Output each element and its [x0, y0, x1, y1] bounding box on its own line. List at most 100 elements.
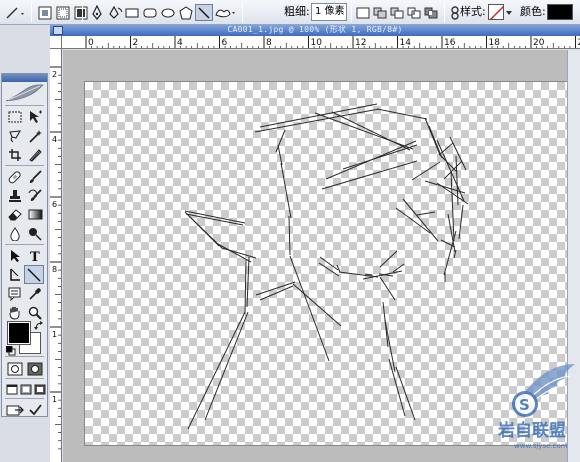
line-icon — [198, 7, 210, 18]
eraser-tool[interactable] — [5, 205, 25, 224]
style-dropdown[interactable] — [505, 4, 513, 21]
document-titlebar[interactable]: CA001_1.jpg @ 100% (形状 1, RGB/8#) — [50, 25, 580, 36]
default-colors-icon[interactable] — [6, 346, 16, 356]
screen-mode-full-icon — [34, 384, 46, 395]
path-selection-tool[interactable] — [5, 246, 25, 265]
checkmark-icon — [29, 403, 42, 415]
magic-wand-tool[interactable] — [25, 126, 45, 145]
fill-pixels-button[interactable] — [73, 4, 89, 21]
add-to-shape-button[interactable] — [372, 4, 388, 21]
ruler-origin[interactable] — [50, 36, 62, 49]
hand-tool[interactable] — [5, 303, 25, 322]
lasso-tool[interactable] — [5, 126, 25, 145]
notes-tool[interactable] — [5, 284, 25, 303]
rounded-rectangle-button[interactable] — [142, 4, 158, 21]
hand-icon — [9, 306, 20, 320]
eyedropper-tool[interactable] — [25, 284, 45, 303]
marquee-tool[interactable] — [5, 107, 25, 126]
clone-stamp-tool[interactable] — [5, 186, 25, 205]
pen-tool[interactable] — [5, 265, 25, 284]
sketch-stroke — [259, 103, 378, 128]
ruler-number: 6 — [222, 38, 228, 48]
ruler-number: 2 — [52, 70, 57, 79]
intersect-shape-icon — [407, 7, 421, 18]
marquee-icon — [8, 111, 22, 122]
shape-layers-button[interactable] — [37, 4, 53, 21]
full-screen-menu-mode-button[interactable] — [19, 380, 33, 399]
healing-brush-icon — [8, 170, 21, 183]
ruler-number: 4 — [52, 135, 57, 144]
ruler-number: 1 — [52, 395, 57, 404]
new-shape-layer-button[interactable] — [355, 4, 371, 21]
ruler-number: 6 — [52, 200, 57, 209]
ruler-number: 8 — [266, 38, 272, 48]
vertical-ruler[interactable]: 2 4 6 8 1 1 — [50, 49, 62, 462]
sketch-stroke — [204, 311, 249, 421]
paths-button[interactable] — [55, 4, 71, 21]
freeform-pen-button[interactable] — [107, 4, 123, 21]
type-tool[interactable]: T — [25, 246, 45, 265]
pen-tool-button[interactable] — [89, 4, 105, 21]
sketch-stroke — [342, 144, 418, 170]
gradient-icon — [28, 209, 42, 220]
ellipse-icon — [161, 8, 175, 17]
sketch-stroke — [458, 204, 464, 240]
foreground-color-swatch[interactable] — [7, 321, 31, 345]
shape-layers-icon — [38, 6, 52, 19]
brush-icon — [29, 169, 42, 183]
blur-tool[interactable] — [5, 224, 25, 243]
tool-preset-picker[interactable] — [4, 4, 26, 21]
exclude-shape-button[interactable] — [423, 4, 439, 21]
clone-stamp-icon — [9, 189, 21, 202]
gradient-tool[interactable] — [25, 205, 45, 224]
polygon-button[interactable] — [178, 4, 194, 21]
freeform-pen-icon — [108, 5, 122, 19]
ellipse-button[interactable] — [160, 4, 176, 21]
sketch-stroke — [392, 263, 405, 273]
standard-screen-mode-button[interactable] — [5, 380, 19, 399]
intersect-shape-button[interactable] — [406, 4, 422, 21]
sketch-stroke — [318, 262, 340, 277]
horizontal-ruler[interactable]: 0246810121416182022 — [62, 36, 580, 49]
weight-input[interactable]: 1 像素 — [311, 3, 347, 21]
full-screen-mode-button[interactable] — [33, 380, 47, 399]
move-tool[interactable] — [25, 107, 45, 126]
weight-label: 粗细: — [284, 5, 310, 18]
ruler-number: 20 — [533, 38, 545, 48]
color-swatch[interactable] — [547, 4, 573, 20]
custom-shape-button[interactable] — [214, 4, 236, 21]
path-selection-arrow-icon — [11, 249, 20, 262]
ruler-number: 16 — [444, 38, 456, 48]
toolbox-titlebar[interactable] — [2, 74, 47, 82]
ruler-number: 10 — [311, 38, 323, 48]
line-tool[interactable] — [24, 265, 44, 284]
zoom-tool[interactable] — [25, 303, 45, 322]
history-brush-tool[interactable] — [25, 186, 45, 205]
jump-to-imageready-button[interactable] — [5, 400, 25, 419]
adobe-feather-icon — [5, 84, 44, 102]
rectangle-button[interactable] — [124, 4, 140, 21]
quick-mask-button[interactable] — [25, 359, 45, 378]
swap-colors-icon[interactable] — [34, 321, 44, 331]
document-title: CA001_1.jpg @ 100% (形状 1, RGB/8#) — [227, 25, 403, 34]
quick-mask-icon — [27, 362, 43, 375]
watermark-text: 岩自联盟 — [497, 420, 566, 441]
subtract-from-shape-button[interactable] — [389, 4, 405, 21]
style-picker[interactable] — [488, 4, 504, 20]
ruler-number: 4 — [177, 38, 183, 48]
lasso-icon — [8, 129, 21, 142]
sketch-stroke — [187, 311, 246, 430]
ruler-number: 2 — [133, 38, 139, 48]
healing-brush-tool[interactable] — [5, 167, 25, 186]
standard-mode-button[interactable] — [5, 359, 25, 378]
slice-tool[interactable] — [25, 145, 45, 164]
options-bar: 粗细: 1 像素 样式: 颜色: — [0, 0, 580, 25]
custom-shape-icon — [215, 9, 235, 18]
line-button[interactable] — [195, 4, 213, 21]
ruler-number: 8 — [52, 265, 57, 274]
crop-tool[interactable] — [5, 145, 25, 164]
brush-tool[interactable] — [25, 167, 45, 186]
dodge-tool[interactable] — [25, 224, 45, 243]
edit-in-imageready-button[interactable] — [25, 400, 45, 419]
pen-icon — [92, 5, 102, 20]
